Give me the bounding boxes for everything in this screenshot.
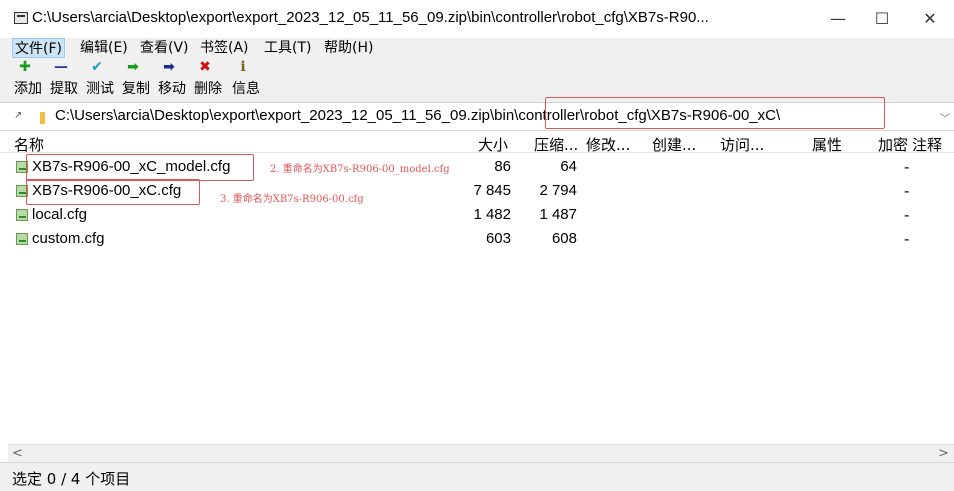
toolbar-extract-label: 提取 [50,81,78,97]
toolbar-test-button[interactable]: ✔ 测试 [86,58,116,102]
menu-help[interactable]: 帮助(H) [322,38,375,58]
column-header: 名称 大小 压缩... 修改... 创建... 访问... 属性 加密 注释 [0,132,954,155]
app-icon[interactable] [14,12,28,24]
horizontal-scrollbar[interactable]: < > [8,444,954,462]
toolbar-add-button[interactable]: ✚ 添加 [14,58,44,102]
toolbar-info-button[interactable]: i 信息 [232,58,262,102]
toolbar-move-button[interactable]: ➡ 移动 [158,58,188,102]
info-icon: i [240,59,246,75]
minus-icon: — [54,59,68,75]
toolbar-copy-button[interactable]: ➡ 复制 [122,58,152,102]
column-comment[interactable]: 注释 [912,134,942,155]
rename-highlight-box [26,154,254,181]
table-row[interactable]: local.cfg 1 482 1 487 - [0,204,954,227]
plus-icon: ✚ [19,59,31,75]
close-button[interactable]: ✕ [910,6,950,32]
toolbar-extract-button[interactable]: — 提取 [50,58,80,102]
file-encrypted: - [904,182,910,200]
rename-note: 2. 重命名为XB7s-R906-00_model.cfg [270,164,450,175]
file-icon [16,209,28,221]
scroll-left-icon[interactable]: < [12,445,23,462]
delete-icon: ✖ [199,59,211,75]
toolbar-info-label: 信息 [232,81,260,97]
toolbar-move-label: 移动 [158,81,186,97]
file-compressed: 608 [551,230,577,247]
file-icon [16,233,28,245]
file-encrypted: - [904,230,910,248]
path-highlight-box [545,97,885,129]
column-created[interactable]: 创建... [652,134,696,155]
column-modified[interactable]: 修改... [586,134,630,155]
check-icon: ✔ [91,59,103,75]
toolbar-delete-label: 删除 [194,81,222,97]
menu-file[interactable]: 文件(F) [12,38,65,58]
column-attributes[interactable]: 属性 [812,134,842,155]
status-bar: 选定 0 / 4 个项目 [0,462,954,491]
column-name[interactable]: 名称 [14,134,44,155]
scroll-right-icon[interactable]: > [938,445,949,462]
menu-edit[interactable]: 编辑(E) [78,38,130,58]
status-text: 选定 0 / 4 个项目 [12,470,131,488]
file-compressed: 1 487 [539,206,577,223]
copy-arrow-icon: ➡ [127,59,139,75]
column-compressed[interactable]: 压缩... [534,134,578,155]
chevron-down-icon[interactable]: ﹀ [940,110,950,125]
up-folder-icon[interactable]: ↗ [14,111,24,121]
toolbar-copy-label: 复制 [122,81,150,97]
column-accessed[interactable]: 访问... [720,134,764,155]
folder-icon [40,112,45,124]
move-arrow-icon: ➡ [163,59,175,75]
file-compressed: 64 [560,158,577,175]
file-name: local.cfg [32,206,88,223]
toolbar-add-label: 添加 [14,81,42,97]
menu-view[interactable]: 查看(V) [138,38,191,58]
column-size[interactable]: 大小 [478,134,508,155]
file-encrypted: - [904,158,910,176]
file-compressed: 2 794 [539,182,577,199]
file-size: 1 482 [473,206,511,223]
file-encrypted: - [904,206,910,224]
toolbar-test-label: 测试 [86,81,114,97]
minimize-button[interactable]: — [818,6,858,32]
file-size: 7 845 [473,182,511,199]
window-title: C:\Users\arcia\Desktop\export\export_202… [32,9,709,26]
rename-note: 3. 重命名为XB7s-R906-00.cfg [220,194,364,205]
file-size: 603 [485,230,511,247]
column-encrypted[interactable]: 加密 [878,134,908,155]
rename-highlight-box [26,179,200,205]
file-name: custom.cfg [32,230,105,247]
file-size: 86 [494,158,511,175]
table-row[interactable]: custom.cfg 603 608 - [0,228,954,251]
menu-bar: 文件(F) 编辑(E) 查看(V) 书签(A) 工具(T) 帮助(H) [0,38,954,58]
title-bar: C:\Users\arcia\Desktop\export\export_202… [0,0,954,38]
maximize-button[interactable]: ☐ [862,6,902,32]
menu-bookmarks[interactable]: 书签(A) [198,38,251,58]
toolbar-delete-button[interactable]: ✖ 删除 [194,58,224,102]
menu-tools[interactable]: 工具(T) [262,38,313,58]
